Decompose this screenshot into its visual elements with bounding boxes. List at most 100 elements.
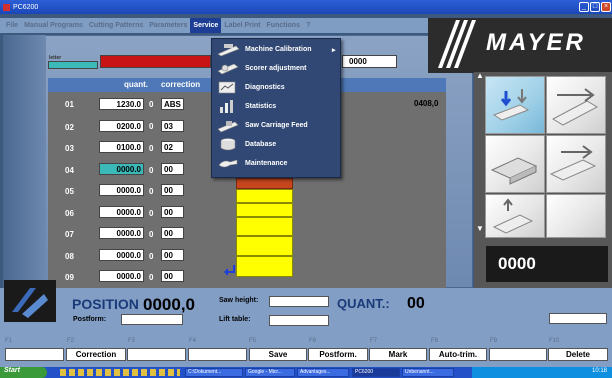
name-field[interactable] xyxy=(100,55,211,68)
f1-button[interactable] xyxy=(5,348,64,361)
row-small: 0 xyxy=(149,100,154,109)
statistics-icon xyxy=(216,99,240,114)
row-value[interactable]: 0000.0 xyxy=(99,227,144,239)
maintenance-icon xyxy=(216,156,240,171)
function-align-button[interactable] xyxy=(546,76,606,134)
menu-item-database[interactable]: Database xyxy=(212,135,342,154)
postform-button[interactable]: Postform. xyxy=(308,348,368,361)
position-value: 0000,0 xyxy=(143,295,195,314)
menu-item-label: Diagnostics xyxy=(245,84,285,91)
function-feed-button[interactable] xyxy=(485,76,545,134)
row-value[interactable]: 0000.0 xyxy=(99,184,144,196)
row-value[interactable]: 0000.0 xyxy=(99,206,144,218)
row-unit[interactable]: 00 xyxy=(161,270,184,282)
extra-field[interactable] xyxy=(549,313,607,324)
row-number: 04 xyxy=(65,166,74,175)
menu-functions[interactable]: Functions xyxy=(264,18,303,33)
auto-trim-button[interactable]: Auto-trim. xyxy=(429,348,487,361)
menu-item-label: Machine Calibration xyxy=(245,46,312,53)
row-unit[interactable]: 00 xyxy=(161,249,184,261)
f4-button[interactable] xyxy=(188,348,247,361)
scroll-down-icon[interactable]: ▼ xyxy=(476,224,484,233)
menu-cutting-patterns[interactable]: Cutting Patterns xyxy=(86,18,146,33)
row-value[interactable]: 0200.0 xyxy=(99,120,144,132)
quick-launch xyxy=(60,369,180,376)
correction-button[interactable]: Correction xyxy=(66,348,126,361)
minimize-icon[interactable]: _ xyxy=(579,2,589,12)
menu-item-machine-calibration[interactable]: Machine Calibration ▸ xyxy=(212,40,342,59)
menu-item-maintenance[interactable]: Maintenance xyxy=(212,154,342,173)
row-value[interactable]: 0100.0 xyxy=(99,141,144,153)
table-icon xyxy=(490,157,538,185)
feed-icon xyxy=(492,89,530,121)
row-value[interactable]: 0000.0 xyxy=(99,249,144,261)
scroll-up-icon[interactable]: ▲ xyxy=(476,71,484,80)
taskbar-item[interactable]: Google - Micr... xyxy=(245,368,295,377)
row-small: 0 xyxy=(149,209,154,218)
row-small: 0 xyxy=(149,144,154,153)
row-unit[interactable]: ABS xyxy=(161,98,184,110)
saw-height-field[interactable] xyxy=(269,296,329,307)
row-unit[interactable]: 03 xyxy=(161,120,184,132)
function-lift-button[interactable] xyxy=(485,194,545,238)
menu-item-statistics[interactable]: Statistics xyxy=(212,97,342,116)
f9-button[interactable] xyxy=(489,348,547,361)
menu-manual-programs[interactable]: Manual Programs xyxy=(21,18,86,33)
menu-service[interactable]: Service xyxy=(190,18,222,33)
menu-item-scorer-adjustment[interactable]: Scorer adjustment xyxy=(212,59,342,78)
taskbar-item[interactable]: Unbenannt... xyxy=(402,368,454,377)
taskbar-item[interactable]: C:\Dokument... xyxy=(185,368,243,377)
function-table-button[interactable] xyxy=(485,135,545,193)
menu-label-print[interactable]: Label Print xyxy=(221,18,263,33)
row-small: 0 xyxy=(149,273,154,282)
menu-help[interactable]: ? xyxy=(303,18,313,33)
postform-field[interactable] xyxy=(121,314,183,325)
row-small: 0 xyxy=(149,187,154,196)
counter-display: 0000 xyxy=(486,246,608,282)
mark-button[interactable]: Mark xyxy=(369,348,427,361)
right-value: 0408,0 xyxy=(414,99,439,108)
row-unit[interactable]: 00 xyxy=(161,227,184,239)
row-unit[interactable]: 00 xyxy=(161,184,184,196)
fkey-label: F10 xyxy=(549,338,560,344)
start-button[interactable]: Start xyxy=(0,367,47,378)
cut-block xyxy=(236,217,293,236)
menu-item-diagnostics[interactable]: Diagnostics xyxy=(212,78,342,97)
f3-button[interactable] xyxy=(127,348,186,361)
cut-block xyxy=(236,236,293,256)
save-button[interactable]: Save xyxy=(249,348,307,361)
machine-icon xyxy=(4,280,56,322)
delete-button[interactable]: Delete xyxy=(548,348,608,361)
top-value-field[interactable]: 0000 xyxy=(342,55,397,68)
push-icon xyxy=(549,145,597,181)
menu-file[interactable]: File xyxy=(3,18,21,33)
menu-item-label: Scorer adjustment xyxy=(245,65,307,72)
align-icon xyxy=(551,88,599,126)
close-icon[interactable]: × xyxy=(601,2,611,12)
fkey-label: F1 xyxy=(5,338,13,344)
row-unit[interactable]: 00 xyxy=(161,206,184,218)
taskbar-item[interactable]: Advantages... xyxy=(297,368,349,377)
menu-item-saw-carriage-feed[interactable]: Saw Carriage Feed xyxy=(212,116,342,135)
cut-block xyxy=(236,203,293,217)
menu-parameters[interactable]: Parameters xyxy=(146,18,190,33)
scroll-bar[interactable] xyxy=(477,72,483,232)
saw-carriage-icon xyxy=(216,118,240,133)
fkey-label: F2 xyxy=(67,338,75,344)
row-value[interactable]: 0000.0 xyxy=(99,270,144,282)
maximize-icon[interactable]: □ xyxy=(590,2,600,12)
app-icon xyxy=(3,3,10,11)
lift-table-field[interactable] xyxy=(269,315,329,326)
row-value-selected[interactable]: 0000.0 xyxy=(99,163,144,175)
cut-block xyxy=(236,189,293,203)
row-unit[interactable]: 00 xyxy=(161,163,184,175)
quant-label: QUANT.: xyxy=(337,296,390,311)
col-header-quant: quant. xyxy=(124,80,148,89)
function-empty-button[interactable] xyxy=(546,194,606,238)
row-unit[interactable]: 02 xyxy=(161,141,184,153)
row-value[interactable]: 1230.0 xyxy=(99,98,144,110)
letter-field[interactable] xyxy=(48,61,98,69)
row-small: 0 xyxy=(149,252,154,261)
function-push-button[interactable] xyxy=(546,135,606,193)
taskbar-item[interactable]: PC6200 xyxy=(352,368,400,377)
